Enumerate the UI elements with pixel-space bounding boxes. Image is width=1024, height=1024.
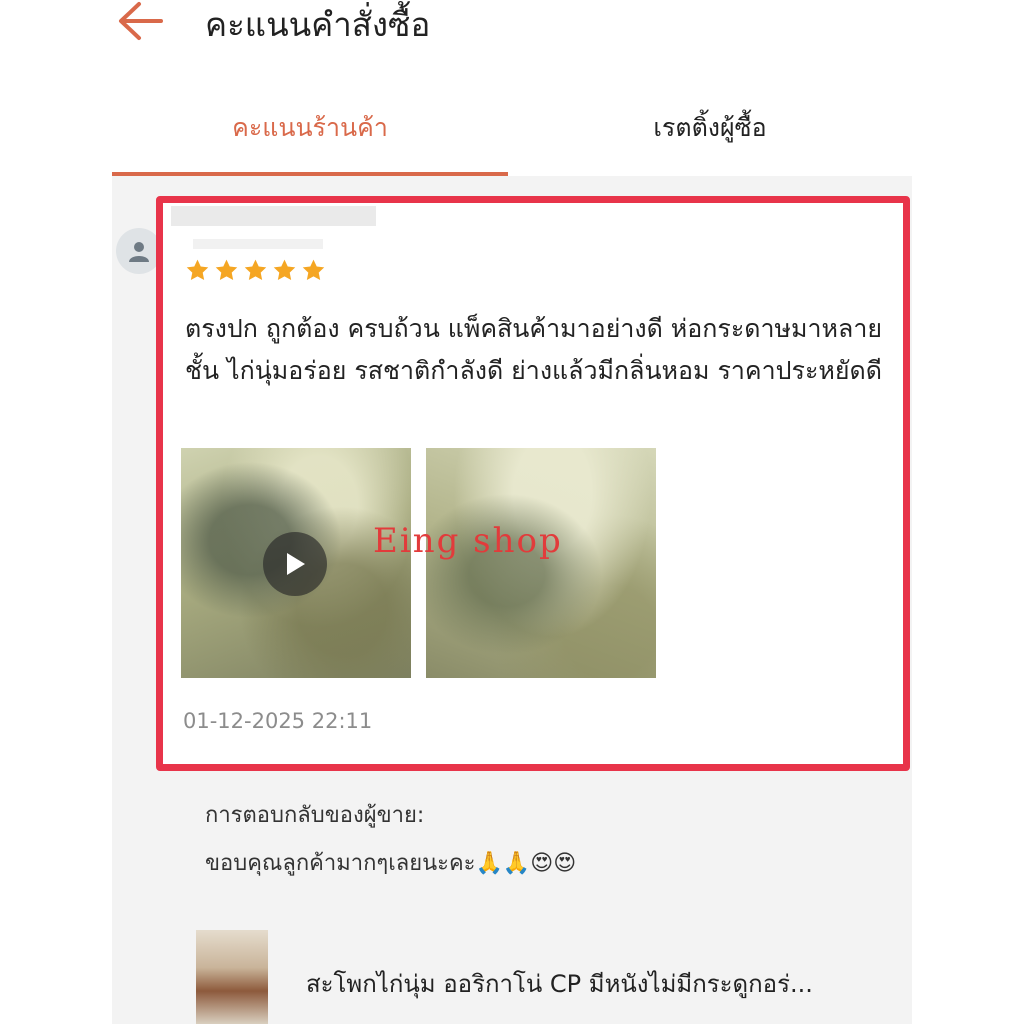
seller-reply-label: การตอบกลับของผู้ขาย: [205, 803, 425, 828]
back-button[interactable] [115, 0, 165, 42]
watermark: Eing shop [373, 521, 563, 561]
review-date: 01-12-2025 22:11 [183, 709, 373, 733]
tab-shop-rating[interactable]: คะแนนร้านค้า [112, 92, 508, 176]
product-title: สะโพกไก่นุ่ม ออริกาโน่ CP มีหนังไม่มีกระ… [306, 970, 813, 998]
header: คะแนนคำสั่งซื้อ [0, 0, 1024, 60]
reviewer-name-redacted [193, 239, 323, 249]
product-image [196, 930, 268, 1024]
play-icon [287, 553, 305, 575]
seller-reply-text: ขอบคุณลูกค้ามากๆเลยนะคะ🙏🙏😍😍 [205, 851, 577, 876]
user-icon [129, 242, 149, 262]
review-text: ตรงปก ถูกต้อง ครบถ้วน แพ็คสินค้ามาอย่างด… [185, 314, 883, 385]
play-button[interactable] [263, 532, 327, 596]
blurred-area [171, 206, 376, 226]
star-rating [185, 258, 326, 283]
product-card[interactable]: สะโพกไก่นุ่ม ออริกาโน่ CP มีหนังไม่มีกระ… [180, 926, 898, 1024]
review-video-thumbnail[interactable] [181, 448, 411, 678]
star-icon [186, 259, 209, 280]
tab-buyer-rating[interactable]: เรตติ้งผู้ซื้อ [512, 92, 908, 176]
seller-reply: การตอบกลับของผู้ขาย: ขอบคุณลูกค้ามากๆเลย… [180, 775, 898, 903]
tab-bar: คะแนนร้านค้า เรตติ้งผู้ซื้อ [112, 92, 912, 176]
review-photo-thumbnail[interactable] [426, 448, 656, 678]
arrow-left-icon [119, 2, 163, 40]
star-icon [215, 259, 238, 280]
review-card: ตรงปก ถูกต้อง ครบถ้วน แพ็คสินค้ามาอย่างด… [156, 196, 910, 771]
page-title: คะแนนคำสั่งซื้อ [205, 5, 431, 44]
star-icon [244, 259, 267, 280]
star-icon [273, 259, 296, 280]
star-icon [302, 259, 325, 280]
